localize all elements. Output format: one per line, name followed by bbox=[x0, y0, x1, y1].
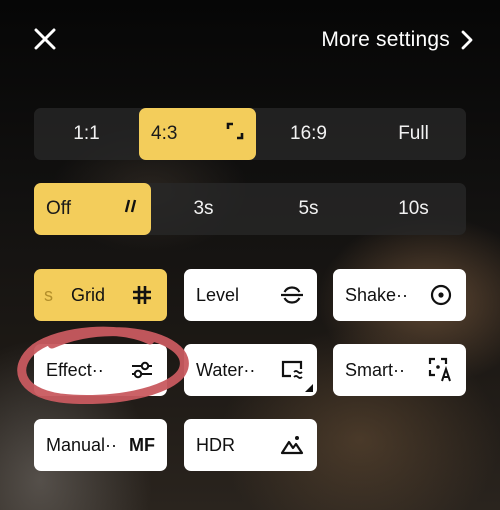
expand-corners-icon bbox=[226, 122, 244, 146]
double-slash-icon bbox=[123, 198, 139, 220]
effect-label: Effect·· bbox=[46, 359, 104, 380]
grid-label: Grid bbox=[71, 284, 106, 305]
smart-text-icon bbox=[428, 357, 454, 383]
aspect-option-16-9[interactable]: 16:9 bbox=[256, 108, 361, 160]
top-bar: More settings bbox=[0, 0, 500, 80]
watermark-toggle[interactable]: Water·· bbox=[184, 344, 317, 396]
mountain-icon bbox=[279, 432, 305, 458]
aspect-option-1-1[interactable]: 1:1 bbox=[34, 108, 139, 160]
timer-selector: Off 3s 5s 10s bbox=[34, 183, 466, 235]
grid-toggle[interactable]: s Grid bbox=[34, 269, 167, 321]
close-button[interactable] bbox=[26, 20, 64, 58]
smart-label: Smart·· bbox=[345, 359, 405, 380]
more-settings-button[interactable]: More settings bbox=[321, 24, 474, 56]
shake-label: Shake·· bbox=[345, 284, 409, 305]
aspect-option-label: 16:9 bbox=[290, 123, 327, 144]
level-toggle[interactable]: Level bbox=[184, 269, 317, 321]
aspect-option-4-3[interactable]: 4:3 bbox=[139, 108, 256, 160]
shake-icon bbox=[428, 282, 454, 308]
timer-option-label: Off bbox=[46, 198, 71, 219]
more-options-corner-indicator bbox=[305, 384, 313, 392]
aspect-option-label: Full bbox=[398, 123, 429, 144]
timer-option-label: 10s bbox=[398, 198, 429, 219]
aspect-option-full[interactable]: Full bbox=[361, 108, 466, 160]
aspect-option-label: 4:3 bbox=[151, 123, 178, 144]
watermark-label: Water·· bbox=[196, 359, 256, 380]
more-settings-label: More settings bbox=[321, 28, 450, 51]
timer-option-10s[interactable]: 10s bbox=[361, 183, 466, 235]
manual-focus-toggle[interactable]: Manual·· MF bbox=[34, 419, 167, 471]
timer-option-off[interactable]: Off bbox=[34, 183, 151, 235]
manual-label: Manual·· bbox=[46, 434, 118, 455]
hdr-toggle[interactable]: HDR bbox=[184, 419, 317, 471]
smart-toggle[interactable]: Smart·· bbox=[333, 344, 466, 396]
close-icon bbox=[34, 28, 56, 50]
timer-option-label: 5s bbox=[298, 198, 319, 219]
aspect-option-label: 1:1 bbox=[73, 123, 100, 144]
level-icon bbox=[279, 282, 305, 308]
manual-focus-icon: MF bbox=[129, 432, 155, 458]
aspect-ratio-selector: 1:1 4:3 16:9 Full bbox=[34, 108, 466, 160]
timer-option-3s[interactable]: 3s bbox=[151, 183, 256, 235]
chevron-right-icon bbox=[461, 30, 473, 50]
timer-option-label: 3s bbox=[193, 198, 214, 219]
watermark-icon bbox=[279, 357, 305, 383]
hdr-label: HDR bbox=[196, 434, 235, 455]
level-label: Level bbox=[196, 284, 240, 305]
timer-option-5s[interactable]: 5s bbox=[256, 183, 361, 235]
grid-icon bbox=[129, 282, 155, 308]
grid-prefix-text: s bbox=[44, 284, 53, 305]
sliders-icon bbox=[129, 357, 155, 383]
shake-toggle[interactable]: Shake·· bbox=[333, 269, 466, 321]
mf-text: MF bbox=[129, 434, 155, 455]
effect-toggle[interactable]: Effect·· bbox=[34, 344, 167, 396]
